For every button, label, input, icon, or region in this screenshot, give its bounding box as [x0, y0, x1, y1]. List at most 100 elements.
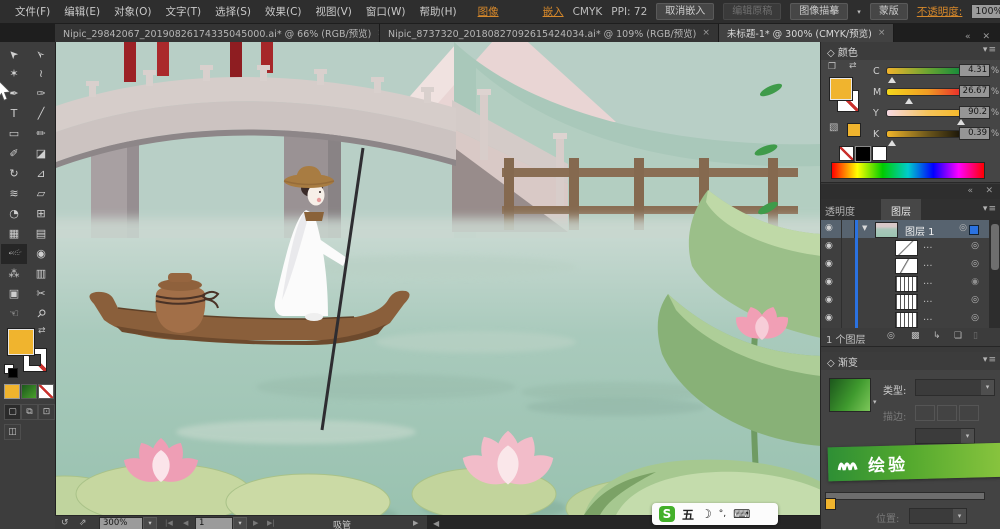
artboard-tool[interactable]: ▣: [1, 284, 27, 304]
tab-document-1[interactable]: Nipic_29842067_20190826174335045000.ai* …: [55, 24, 380, 42]
swap-colors-icon[interactable]: ⇄: [849, 61, 857, 71]
duplicate-icon[interactable]: ❐: [828, 62, 836, 72]
line-segment-tool[interactable]: ╱: [28, 104, 54, 124]
image-trace-button[interactable]: 图像描摹: [790, 3, 849, 20]
panel-fill-well[interactable]: [829, 77, 853, 101]
gamut-cube-icon[interactable]: ▧: [829, 122, 838, 133]
first-artboard-icon[interactable]: |◀: [165, 519, 173, 527]
gamut-swatch[interactable]: [847, 123, 861, 137]
artboard-dropdown-icon[interactable]: ▾: [233, 517, 247, 529]
width-tool[interactable]: ≋: [1, 184, 27, 204]
zoom-level-field[interactable]: 300%: [99, 517, 143, 529]
eye-icon[interactable]: ◉: [825, 259, 833, 269]
layer-row-sub[interactable]: ◉ ... ◎: [821, 238, 989, 257]
target-icon[interactable]: ◎: [971, 313, 979, 323]
blend-tool[interactable]: ◉: [28, 244, 54, 264]
slice-tool[interactable]: ✂: [28, 284, 54, 304]
stroke-gradient-button-1[interactable]: [915, 405, 935, 421]
yellow-slider[interactable]: [886, 109, 970, 125]
eye-icon[interactable]: ◉: [825, 223, 833, 233]
selection-tool[interactable]: ➤: [1, 44, 27, 64]
prev-artboard-icon[interactable]: ◀: [183, 519, 188, 527]
magenta-value-field[interactable]: 26.67: [959, 85, 990, 98]
target-icon[interactable]: ◎: [971, 241, 979, 251]
color-mode-button[interactable]: [4, 384, 20, 399]
default-swatches-icon2[interactable]: [8, 368, 18, 378]
layer-thumbnail[interactable]: [895, 312, 918, 328]
ime-punct-icon[interactable]: °,: [719, 509, 726, 519]
swap-fill-stroke-icon[interactable]: ⇄: [38, 326, 46, 336]
mask-button[interactable]: 蒙版: [869, 3, 908, 20]
menu-select[interactable]: 选择(S): [208, 4, 258, 19]
gradient-panel-menu-icon[interactable]: ≡: [988, 355, 997, 365]
layer-thumbnail[interactable]: [895, 240, 918, 256]
draw-behind-button[interactable]: ⧉: [21, 404, 38, 420]
direct-selection-tool[interactable]: ➣: [28, 44, 54, 64]
pencil-tool[interactable]: ✐: [1, 144, 27, 164]
layers-scrollbar[interactable]: [989, 220, 1000, 328]
menu-file[interactable]: 文件(F): [8, 4, 57, 19]
dock-collapse-icon[interactable]: «: [965, 32, 971, 42]
layer-row-sub[interactable]: ◉ ... ◉: [821, 274, 989, 293]
ime-toolbar[interactable]: S 五 ☽ °, ⌨: [652, 503, 778, 525]
hand-tool[interactable]: ☜: [1, 304, 27, 324]
menu-view[interactable]: 视图(V): [309, 4, 359, 19]
curvature-tool[interactable]: ✑: [28, 84, 54, 104]
black-slider[interactable]: [886, 130, 970, 146]
tab-document-3[interactable]: 未标题-1* @ 300% (CMYK/预览) ×: [718, 24, 895, 42]
status-icon[interactable]: ↺: [61, 518, 69, 528]
menu-type[interactable]: 文字(T): [159, 4, 209, 19]
eye-icon[interactable]: ◉: [825, 241, 833, 251]
opacity-field[interactable]: 100%: [971, 4, 1000, 19]
tab-document-2[interactable]: Nipic_8737320_20180827092615424034.ai* @…: [380, 24, 719, 42]
layer-name[interactable]: 图层 1: [905, 223, 935, 238]
yellow-value-field[interactable]: 90.2: [959, 106, 990, 119]
symbol-sprayer-tool[interactable]: ⁂: [1, 264, 27, 284]
mesh-tool[interactable]: ▦: [1, 224, 27, 244]
screen-mode-button[interactable]: ◫: [4, 424, 21, 440]
gradient-position-dropdown[interactable]: ▾: [909, 508, 967, 524]
black-swatch[interactable]: [855, 146, 871, 162]
layer-row-sub[interactable]: ◉ ... ◎: [821, 256, 989, 275]
column-graph-tool[interactable]: ▥: [28, 264, 54, 284]
tab-transparency[interactable]: 透明度: [825, 203, 855, 218]
gradient-mode-button[interactable]: [21, 384, 37, 399]
gradient-angle-dropdown[interactable]: ▾: [915, 428, 975, 444]
none-mode-button[interactable]: [38, 384, 54, 399]
gradient-panel-header[interactable]: ◇ 渐变 ▾≡: [821, 352, 1000, 371]
color-panel-menu-icon[interactable]: ≡: [988, 45, 997, 55]
menu-object[interactable]: 对象(O): [107, 4, 158, 19]
new-layer-icon[interactable]: ❏: [954, 331, 962, 341]
close-icon[interactable]: ×: [702, 28, 710, 38]
group-collapse-icon[interactable]: «: [967, 186, 973, 196]
gradient-swatch-arrow-icon[interactable]: ▾: [873, 398, 877, 406]
status-expand-icon[interactable]: ▶: [413, 519, 418, 527]
spectrum-bar[interactable]: [831, 162, 985, 179]
image-link[interactable]: 图像: [478, 4, 499, 19]
layer-thumbnail[interactable]: [895, 258, 918, 274]
cyan-slider[interactable]: [886, 67, 970, 83]
menu-edit[interactable]: 编辑(E): [57, 4, 107, 19]
scroll-left-icon[interactable]: ◀: [433, 519, 439, 528]
menu-effect[interactable]: 效果(C): [258, 4, 309, 19]
paintbrush-tool[interactable]: ✏: [28, 124, 54, 144]
opacity-label[interactable]: 不透明度:: [917, 4, 963, 19]
layers-group-bar[interactable]: « ✕: [821, 184, 1000, 199]
layer-thumbnail[interactable]: [875, 222, 898, 238]
perspective-grid-tool[interactable]: ⊞: [28, 204, 54, 224]
rotate-tool[interactable]: ↻: [1, 164, 27, 184]
dock-close-icon[interactable]: ✕: [982, 32, 990, 42]
gradient-stop-orange[interactable]: [825, 498, 836, 510]
gradient-type-dropdown[interactable]: ▾: [915, 379, 995, 396]
artwork-canvas[interactable]: [56, 42, 821, 515]
eraser-tool[interactable]: ◪: [28, 144, 54, 164]
ime-logo-icon[interactable]: S: [659, 506, 675, 522]
lasso-tool[interactable]: ≀: [28, 64, 54, 84]
canvas-area[interactable]: [55, 42, 821, 515]
layer-thumbnail[interactable]: [895, 294, 918, 310]
layer-row-sub[interactable]: ◉ ... ◎: [821, 292, 989, 311]
eye-icon[interactable]: ◉: [825, 313, 833, 323]
gradient-slider[interactable]: [825, 492, 985, 500]
type-tool[interactable]: T: [1, 104, 27, 124]
cyan-value-field[interactable]: 4.31: [959, 64, 990, 77]
